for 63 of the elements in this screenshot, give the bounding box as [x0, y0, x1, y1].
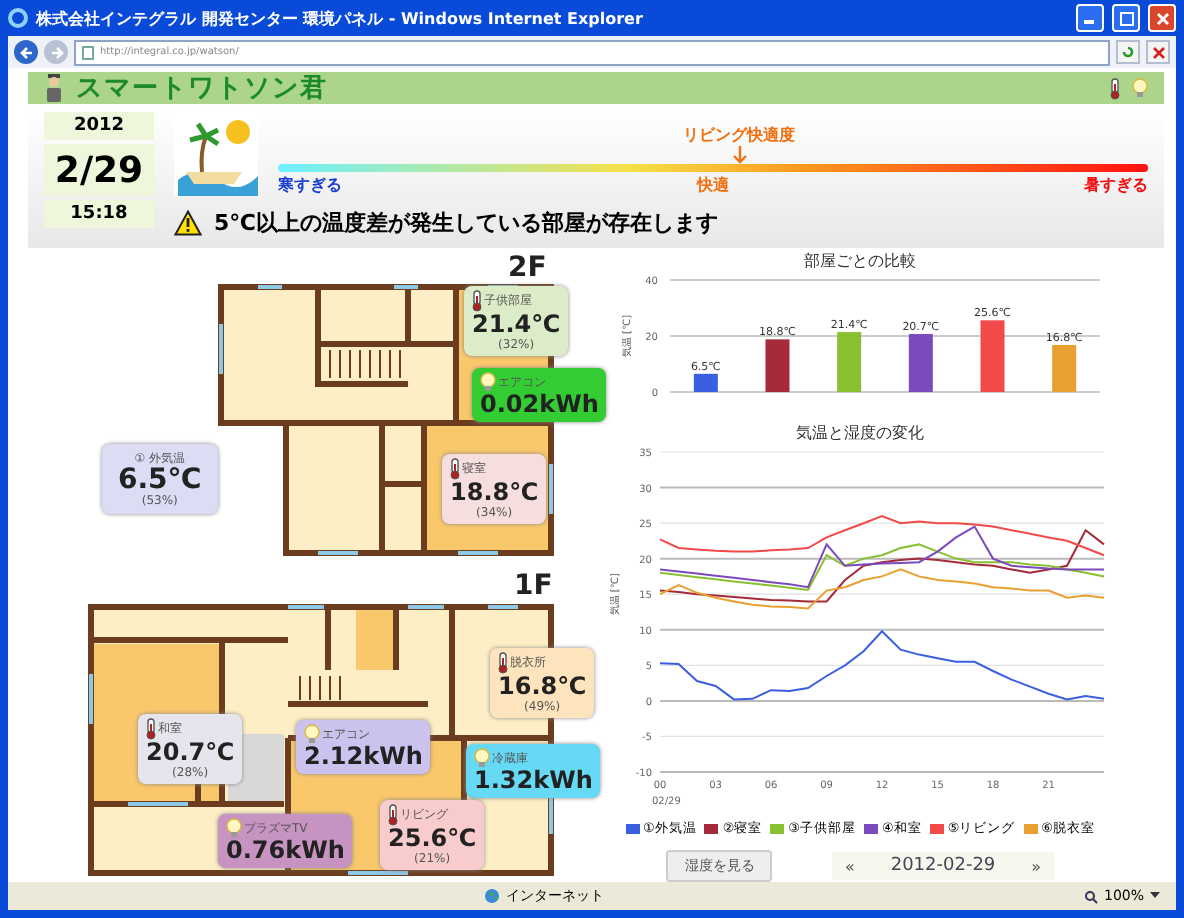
light-bulb-icon [480, 372, 496, 392]
close-button[interactable] [1148, 4, 1176, 32]
temperature-value: 18.8℃ [450, 480, 539, 506]
date-label: 2/29 [44, 144, 154, 196]
temperature-value: 25.6℃ [388, 826, 477, 852]
bar [837, 332, 862, 392]
power-value: 0.02kWh [480, 392, 599, 418]
chart-title: 部屋ごとの比較 [804, 252, 916, 270]
temperature-value: 16.8℃ [498, 674, 587, 700]
previous-button[interactable]: « [844, 857, 855, 875]
thermometer-icon [498, 652, 508, 674]
refresh-icon [1120, 44, 1136, 60]
date-label: 2012-02-29 [890, 856, 996, 876]
caret-icon [1150, 892, 1161, 900]
minimize-button[interactable] [1076, 4, 1104, 32]
time-label: 15:18 [44, 200, 154, 228]
close-icon [1155, 11, 1169, 25]
refresh-button[interactable] [1116, 40, 1140, 64]
light-bulb-icon [1132, 78, 1148, 98]
bar [980, 320, 1005, 392]
stop-icon [1151, 45, 1165, 59]
bar [908, 334, 933, 392]
thermometer-icon [450, 458, 460, 480]
chart-title: 気温と湿度の変化 [796, 424, 924, 442]
maximize-icon [1119, 11, 1133, 25]
magnifier-icon [1084, 889, 1098, 903]
next-button[interactable]: » [1031, 857, 1042, 875]
person-icon [44, 74, 64, 102]
temperature-value: 21.4℃ [472, 312, 561, 338]
power-value: 2.12kWh [304, 744, 423, 770]
back-button[interactable] [14, 40, 38, 64]
back-arrow-icon [19, 45, 33, 59]
light-bulb-icon [474, 748, 490, 768]
scale-label: 快適 [697, 174, 729, 196]
light-bulb-icon [226, 818, 242, 838]
comfort-label: リビング快適度 [683, 124, 796, 146]
floor-label: 1F [514, 570, 553, 602]
thermometer-icon [472, 290, 482, 312]
globe-icon [484, 888, 500, 904]
floor-label: 2F [508, 252, 547, 284]
stop-button[interactable] [1146, 40, 1170, 64]
thermometer-icon [1110, 77, 1120, 99]
thermometer-icon [146, 718, 156, 740]
forward-arrow-icon [49, 45, 63, 59]
scale-label: 寒すぎる [278, 174, 342, 196]
app-logo: スマートワトソン君 [76, 72, 328, 106]
power-value: 0.76kWh [226, 838, 345, 864]
warning-icon [174, 210, 202, 236]
temperature-value: 20.7℃ [146, 740, 235, 766]
year-label: 2012 [44, 112, 154, 140]
window-title: 株式会社インテグラル 開発センター 環境パネル - Windows Internet Explorer [36, 7, 645, 29]
bar [765, 339, 790, 392]
power-value: 1.32kWh [474, 768, 593, 794]
maximize-button[interactable] [1112, 4, 1140, 32]
bar [1052, 344, 1077, 392]
bar [693, 373, 718, 392]
scale-label: 暑すぎる [1084, 174, 1148, 196]
page-icon [82, 45, 94, 59]
light-bulb-icon [304, 724, 320, 744]
browser-icon [8, 8, 28, 28]
alert-message: 5℃以上の温度差が発生している部屋が存在します [214, 208, 718, 238]
temperature-value: 6.5℃ [118, 468, 202, 494]
thermometer-icon [388, 804, 398, 826]
